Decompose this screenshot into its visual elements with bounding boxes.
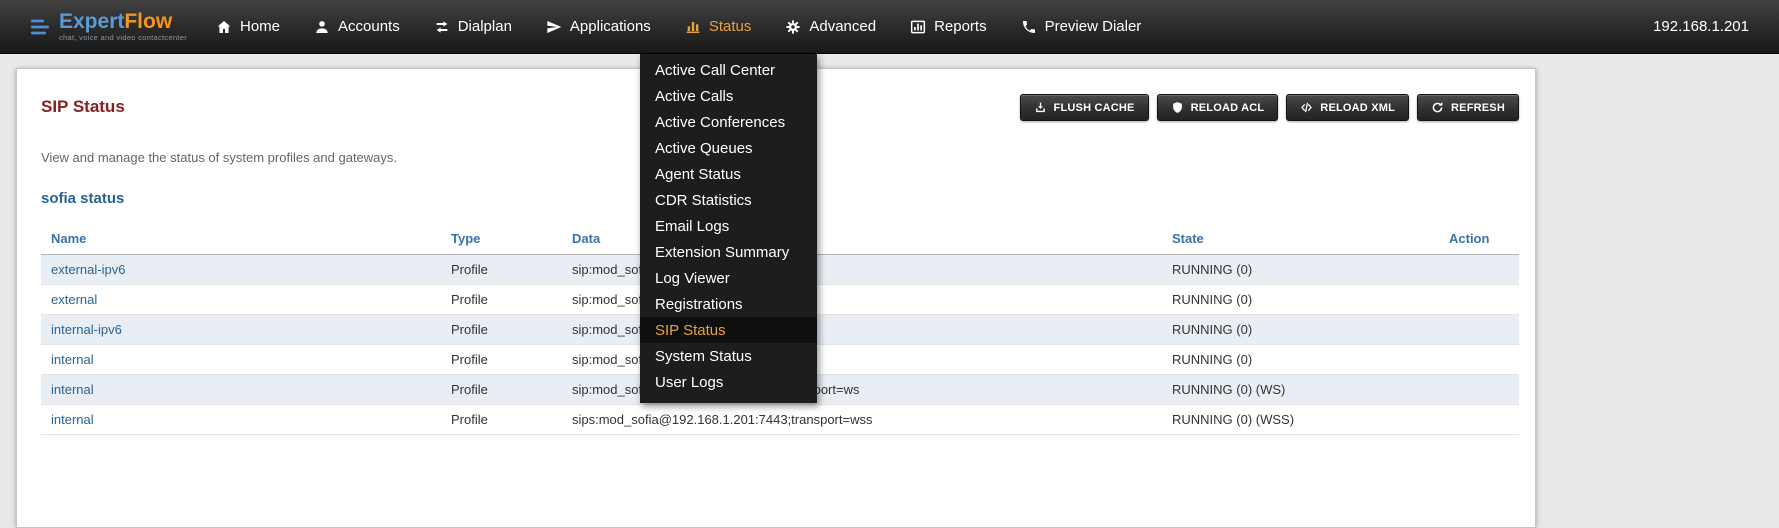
- dropdown-item-active-call-center[interactable]: Active Call Center: [640, 57, 817, 83]
- cell-type: Profile: [441, 405, 562, 435]
- dropdown-item-cdr-statistics[interactable]: CDR Statistics: [640, 187, 817, 213]
- brand-text: ExpertFlow chat, voice and video contact…: [59, 11, 187, 42]
- nav-item-label: Reports: [934, 18, 987, 35]
- nav-item-label: Preview Dialer: [1045, 18, 1142, 35]
- phone-icon: [1021, 19, 1037, 35]
- dropdown-item-system-status[interactable]: System Status: [640, 343, 817, 369]
- nav-item-label: Advanced: [809, 18, 876, 35]
- top-navbar: ExpertFlow chat, voice and video contact…: [0, 0, 1779, 54]
- cell-name: external-ipv6: [41, 255, 441, 285]
- cell-type: Profile: [441, 255, 562, 285]
- cell-type: Profile: [441, 315, 562, 345]
- cell-name: internal-ipv6: [41, 315, 441, 345]
- dropdown-item-active-calls[interactable]: Active Calls: [640, 83, 817, 109]
- cell-type: Profile: [441, 345, 562, 375]
- dropdown-item-log-viewer[interactable]: Log Viewer: [640, 265, 817, 291]
- nav-item-applications[interactable]: Applications: [546, 18, 651, 35]
- flush-cache-button[interactable]: FLUSH CACHE: [1020, 94, 1149, 121]
- cell-action: [1439, 375, 1519, 405]
- column-header-state: State: [1162, 223, 1439, 255]
- profile-link[interactable]: internal: [51, 352, 94, 367]
- cell-type: Profile: [441, 285, 562, 315]
- brand-logo[interactable]: ExpertFlow chat, voice and video contact…: [0, 11, 190, 42]
- nav-item-label: Home: [240, 18, 280, 35]
- bar-chart-icon: [685, 19, 701, 35]
- toolbar: FLUSH CACHE RELOAD ACL RELOAD XML REFRESH: [1020, 94, 1519, 121]
- nav-item-accounts[interactable]: Accounts: [314, 18, 400, 35]
- profile-link[interactable]: external-ipv6: [51, 262, 125, 277]
- brand-title-expert: Expert: [59, 10, 124, 33]
- cell-state: RUNNING (0) (WS): [1162, 375, 1439, 405]
- gear-icon: [785, 19, 801, 35]
- reload-xml-button[interactable]: RELOAD XML: [1286, 94, 1409, 121]
- cell-action: [1439, 405, 1519, 435]
- nav-item-label: Accounts: [338, 18, 400, 35]
- nav-item-reports[interactable]: Reports: [910, 18, 987, 35]
- cell-state: RUNNING (0): [1162, 285, 1439, 315]
- cell-action: [1439, 285, 1519, 315]
- nav-item-home[interactable]: Home: [216, 18, 280, 35]
- cell-type: Profile: [441, 375, 562, 405]
- home-icon: [216, 19, 232, 35]
- nav-item-preview-dialer[interactable]: Preview Dialer: [1021, 18, 1142, 35]
- button-label: FLUSH CACHE: [1054, 102, 1135, 114]
- profile-link[interactable]: internal-ipv6: [51, 322, 122, 337]
- list-lines-icon: [28, 15, 52, 39]
- dropdown-item-user-logs[interactable]: User Logs: [640, 369, 817, 395]
- dropdown-item-active-queues[interactable]: Active Queues: [640, 135, 817, 161]
- brand-title-flow: Flow: [124, 10, 172, 33]
- nav-item-status[interactable]: Status: [685, 18, 752, 35]
- dropdown-item-extension-summary[interactable]: Extension Summary: [640, 239, 817, 265]
- refresh-button[interactable]: REFRESH: [1417, 94, 1519, 121]
- refresh-icon: [1431, 101, 1444, 114]
- status-dropdown-menu: Active Call CenterActive CallsActive Con…: [640, 54, 817, 403]
- download-icon: [1034, 101, 1047, 114]
- button-label: REFRESH: [1451, 102, 1505, 114]
- dropdown-item-agent-status[interactable]: Agent Status: [640, 161, 817, 187]
- profile-link[interactable]: external: [51, 292, 97, 307]
- dropdown-item-email-logs[interactable]: Email Logs: [640, 213, 817, 239]
- profile-link[interactable]: internal: [51, 382, 94, 397]
- cell-name: internal: [41, 345, 441, 375]
- paper-plane-icon: [546, 19, 562, 35]
- button-label: RELOAD XML: [1320, 102, 1395, 114]
- cell-state: RUNNING (0): [1162, 315, 1439, 345]
- table-row: internal Profilesips:mod_sofia@192.168.1.…: [41, 405, 1519, 435]
- brand-title: ExpertFlow: [59, 11, 187, 32]
- dropdown-item-active-conferences[interactable]: Active Conferences: [640, 109, 817, 135]
- cell-name: external: [41, 285, 441, 315]
- swap-arrows-icon: [434, 19, 450, 35]
- code-icon: [1300, 101, 1313, 114]
- cell-state: RUNNING (0) (WSS): [1162, 405, 1439, 435]
- profile-link[interactable]: internal: [51, 412, 94, 427]
- dropdown-item-registrations[interactable]: Registrations: [640, 291, 817, 317]
- cell-name: internal: [41, 375, 441, 405]
- report-chart-icon: [910, 19, 926, 35]
- reload-acl-button[interactable]: RELOAD ACL: [1157, 94, 1279, 121]
- cell-action: [1439, 315, 1519, 345]
- column-header-type: Type: [441, 223, 562, 255]
- brand-tagline: chat, voice and video contactcenter: [59, 33, 187, 42]
- cell-action: [1439, 255, 1519, 285]
- nav-item-label: Applications: [570, 18, 651, 35]
- nav-item-label: Status: [709, 18, 752, 35]
- cell-state: RUNNING (0): [1162, 255, 1439, 285]
- nav-item-advanced[interactable]: Advanced: [785, 18, 876, 35]
- button-label: RELOAD ACL: [1191, 102, 1265, 114]
- shield-icon: [1171, 101, 1184, 114]
- cell-name: internal: [41, 405, 441, 435]
- nav-item-label: Dialplan: [458, 18, 512, 35]
- column-header-action: Action: [1439, 223, 1519, 255]
- cell-action: [1439, 345, 1519, 375]
- column-header-name: Name: [41, 223, 441, 255]
- user-icon: [314, 19, 330, 35]
- server-ip: 192.168.1.201: [1653, 18, 1779, 35]
- cell-state: RUNNING (0): [1162, 345, 1439, 375]
- cell-data: sips:mod_sofia@192.168.1.201:7443;transp…: [562, 405, 1162, 435]
- dropdown-item-sip-status[interactable]: SIP Status: [640, 317, 817, 343]
- nav-item-dialplan[interactable]: Dialplan: [434, 18, 512, 35]
- nav-menu: Home Accounts Dialplan Applications Status Ad…: [216, 18, 1141, 35]
